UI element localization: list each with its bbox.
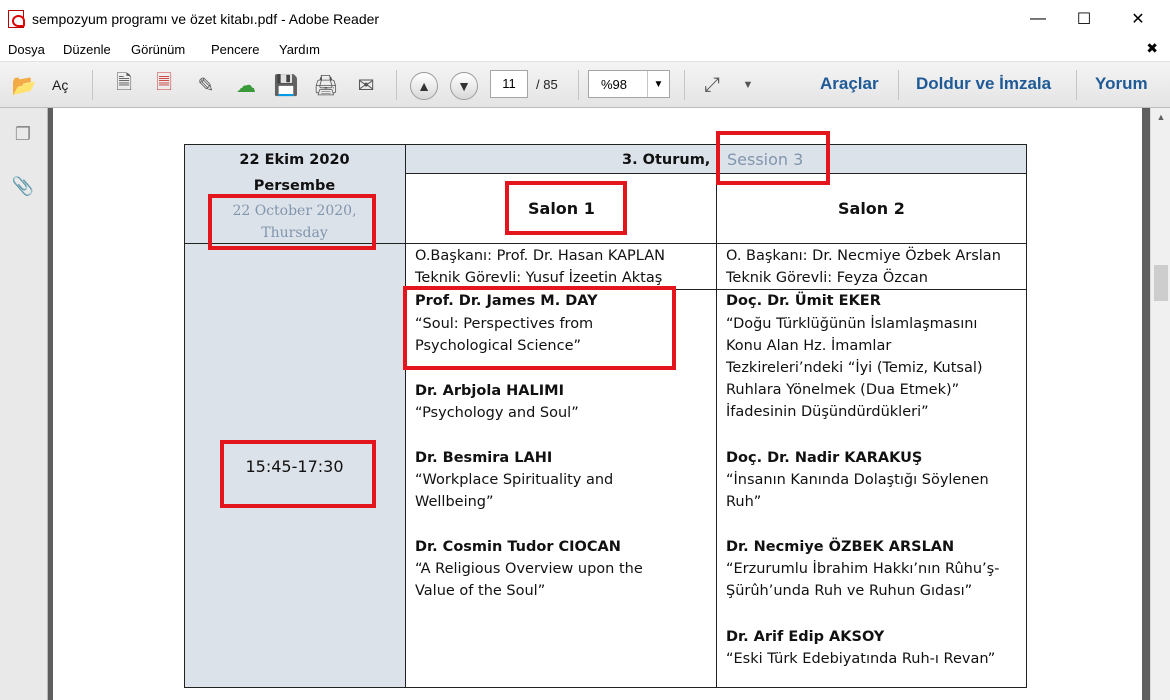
menu-edit[interactable]: Düzenle [63,42,111,57]
talk-speaker: Doç. Dr. Nadir KARAKUŞ [726,450,923,466]
talk-title: Ruhlara Yönelmek (Dua Etmek)” [726,382,960,398]
toolbar-separator [92,70,93,100]
talk-title: Value of the Soul” [415,583,546,599]
highlight-box-session [716,131,830,185]
menu-window[interactable]: Pencere [211,42,259,57]
talk-title: Ruh” [726,494,762,510]
highlight-box-speaker [403,286,676,370]
email-icon[interactable]: ✉ [352,71,380,99]
talk-title: “Workplace Spirituality and [415,472,614,488]
scroll-up-icon[interactable]: ▲ [1151,108,1170,126]
navigation-panel: ❐ 📎 [0,108,48,700]
talk-title: Şürûh’unda Ruh ve Ruhun Gıdası” [726,583,973,599]
toolbar-separator [684,70,685,100]
menu-help[interactable]: Yardım [279,42,320,57]
menu-file[interactable]: Dosya [8,42,45,57]
salon2-header: Salon 2 [838,199,905,218]
date-tr-line1: 22 Ekim 2020 [239,152,350,168]
talk-title: İfadesinin Düşündürdükleri” [726,404,929,420]
fullscreen-icon[interactable]: ⤢ [698,71,726,99]
title-bar: sempozyum programı ve özet kitabı.pdf - … [0,0,1170,38]
talk-title: “A Religious Overview upon the [415,561,643,577]
toolbar-separator [578,70,579,100]
create-pdf-icon[interactable]: 🗎 [110,71,138,99]
talk-title: “Erzurumlu İbrahim Hakkı’nın Rûhu’ş- [726,561,1000,577]
scrollbar-thumb[interactable] [1154,265,1168,301]
salon1-chair: O.Başkanı: Prof. Dr. Hasan KAPLAN [415,248,665,264]
adobe-pdf-icon [8,10,25,28]
close-button[interactable]: ✕ [1115,4,1161,34]
save-icon[interactable]: 💾 [272,71,300,99]
talk-title: “Doğu Türklüğünün İslamlaşmasını [726,316,978,332]
minimize-button[interactable]: — [1015,4,1061,34]
highlight-box-date [208,194,376,250]
talk-title: Tezkireleri’ndeki “İyi (Temiz, Kutsal) [726,360,983,376]
open-folder-icon[interactable]: 📂 [10,71,38,99]
talk-title: “Psychology and Soul” [415,405,579,421]
highlight-box-time [220,440,376,508]
pages-thumbnail-icon[interactable]: ❐ [10,120,36,148]
talk-speaker: Doç. Dr. Ümit EKER [726,293,881,309]
tools-button[interactable]: Araçlar [820,74,879,94]
cloud-upload-icon[interactable]: ☁ [232,71,260,99]
talk-speaker: Dr. Besmira LAHI [415,450,553,466]
toolbar-separator [396,70,397,100]
talk-speaker: Dr. Arif Edip AKSOY [726,629,885,645]
column-divider [716,173,717,687]
salon2-chair: O. Başkanı: Dr. Necmiye Özbek Arslan [726,248,1001,264]
page-total: / 85 [536,77,558,92]
zoom-value: %98 [601,77,628,92]
talk-title: Konu Alan Hz. İmamlar [726,338,892,354]
talk-title: Wellbeing” [415,494,494,510]
toolbar-separator [898,70,899,100]
column-divider [405,145,406,687]
edit-icon[interactable]: ✎ [192,71,220,99]
talk-speaker: Dr. Arbjola HALIMI [415,383,564,399]
attachment-icon[interactable]: 📎 [10,172,36,200]
vertical-scrollbar[interactable]: ▲ [1150,108,1170,700]
open-label[interactable]: Aç [52,77,68,93]
print-icon[interactable]: 🖨 [312,71,340,99]
next-page-icon[interactable]: ▼ [450,72,478,100]
chevron-down-icon[interactable]: ▼ [647,71,669,97]
talk-title: “Eski Türk Edebiyatında Ruh-ı Revan” [726,651,996,667]
close-document-icon[interactable]: ✖ [1146,40,1158,57]
page-number-input[interactable]: 11 [490,70,528,98]
toolbar-separator [1076,70,1077,100]
menu-view[interactable]: Görünüm [131,42,185,57]
fill-sign-button[interactable]: Doldur ve İmzala [916,74,1051,94]
talk-speaker: Dr. Necmiye ÖZBEK ARSLAN [726,539,955,555]
export-pdf-icon[interactable]: 🗏 [150,71,178,99]
talk-speaker: Dr. Cosmin Tudor CIOCAN [415,539,621,555]
salon2-tech: Teknik Görevli: Feyza Özcan [726,270,928,286]
zoom-select[interactable]: %98 ▼ [588,70,670,98]
comment-button[interactable]: Yorum [1095,74,1148,94]
customize-toolbar-icon[interactable]: ▼ [734,71,762,99]
maximize-button[interactable]: ☐ [1061,4,1107,34]
talk-title: “İnsanın Kanında Dolaştığı Söylenen [726,472,989,488]
menu-bar: Dosya Düzenle Görünüm Pencere Yardım ✖ [0,38,1170,62]
window-title: sempozyum programı ve özet kitabı.pdf - … [32,11,380,27]
highlight-box-salon1 [505,181,627,235]
session-title: 3. Oturum, [622,152,711,168]
previous-page-icon[interactable]: ▲ [410,72,438,100]
